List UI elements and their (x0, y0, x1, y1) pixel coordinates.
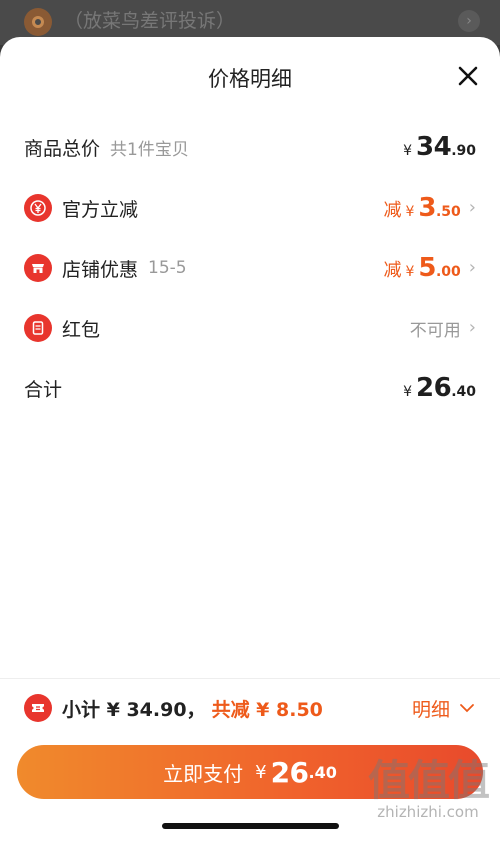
pay-now-label: 立即支付 (163, 761, 244, 786)
chevron-right-icon: › (468, 257, 476, 278)
row-total-price: 商品总价 共1件宝贝 ¥ 34 .90 (24, 127, 476, 167)
store-discount-value: 减 ¥ 5 .00 › (383, 253, 476, 283)
store-discount-label: 店铺优惠 (62, 258, 139, 281)
background-logo-icon (24, 8, 52, 36)
store-discount-rule: 15-5 (148, 258, 187, 278)
red-packet-value: 不可用 › (410, 316, 476, 341)
detail-label: 明细 (411, 698, 450, 721)
total-price-value: ¥ 34 .90 (403, 132, 476, 162)
row-official-discount[interactable]: 官方立减 减 ¥ 3 .50 › (24, 188, 476, 228)
subtotal-text: 小计 ¥ 34.90， (62, 698, 206, 721)
close-icon (458, 66, 478, 86)
row-sum: 合计 ¥ 26 .40 (24, 368, 476, 408)
chevron-right-icon: › (468, 197, 476, 218)
red-packet-icon (24, 314, 52, 342)
item-count: 共1件宝贝 (110, 139, 189, 160)
store-icon (24, 254, 52, 282)
total-price-label: 商品总价 (24, 137, 101, 160)
home-indicator[interactable] (162, 823, 339, 829)
sum-value: ¥ 26 .40 (403, 373, 476, 403)
background-chevron-icon: › (458, 10, 480, 32)
row-red-packet[interactable]: 红包 不可用 › (24, 308, 476, 348)
divider (0, 678, 500, 679)
sum-label: 合计 (24, 378, 63, 401)
saved-text: 共减 ¥ 8.50 (211, 698, 323, 721)
detail-toggle[interactable]: 明细 (412, 695, 476, 722)
ticket-icon (24, 694, 52, 722)
summary-bar: 小计 ¥ 34.90， 共减 ¥ 8.50 明细 (24, 688, 476, 728)
watermark: 值值值 zhizhizhi.com (367, 756, 490, 822)
official-discount-label: 官方立减 (62, 198, 139, 221)
chevron-right-icon: › (468, 317, 476, 338)
close-button[interactable] (456, 64, 480, 88)
red-packet-status: 不可用 (409, 320, 461, 341)
price-detail-sheet: 价格明细 商品总价 共1件宝贝 ¥ 34 .90 官方立减 减 ¥ 3 .50 … (0, 37, 500, 841)
row-store-discount[interactable]: 店铺优惠 15-5 减 ¥ 5 .00 › (24, 248, 476, 288)
red-packet-label: 红包 (62, 318, 101, 341)
chevron-down-icon (460, 704, 474, 713)
official-discount-value: 减 ¥ 3 .50 › (383, 193, 476, 223)
sheet-title: 价格明细 (208, 67, 292, 91)
coin-icon (24, 194, 52, 222)
